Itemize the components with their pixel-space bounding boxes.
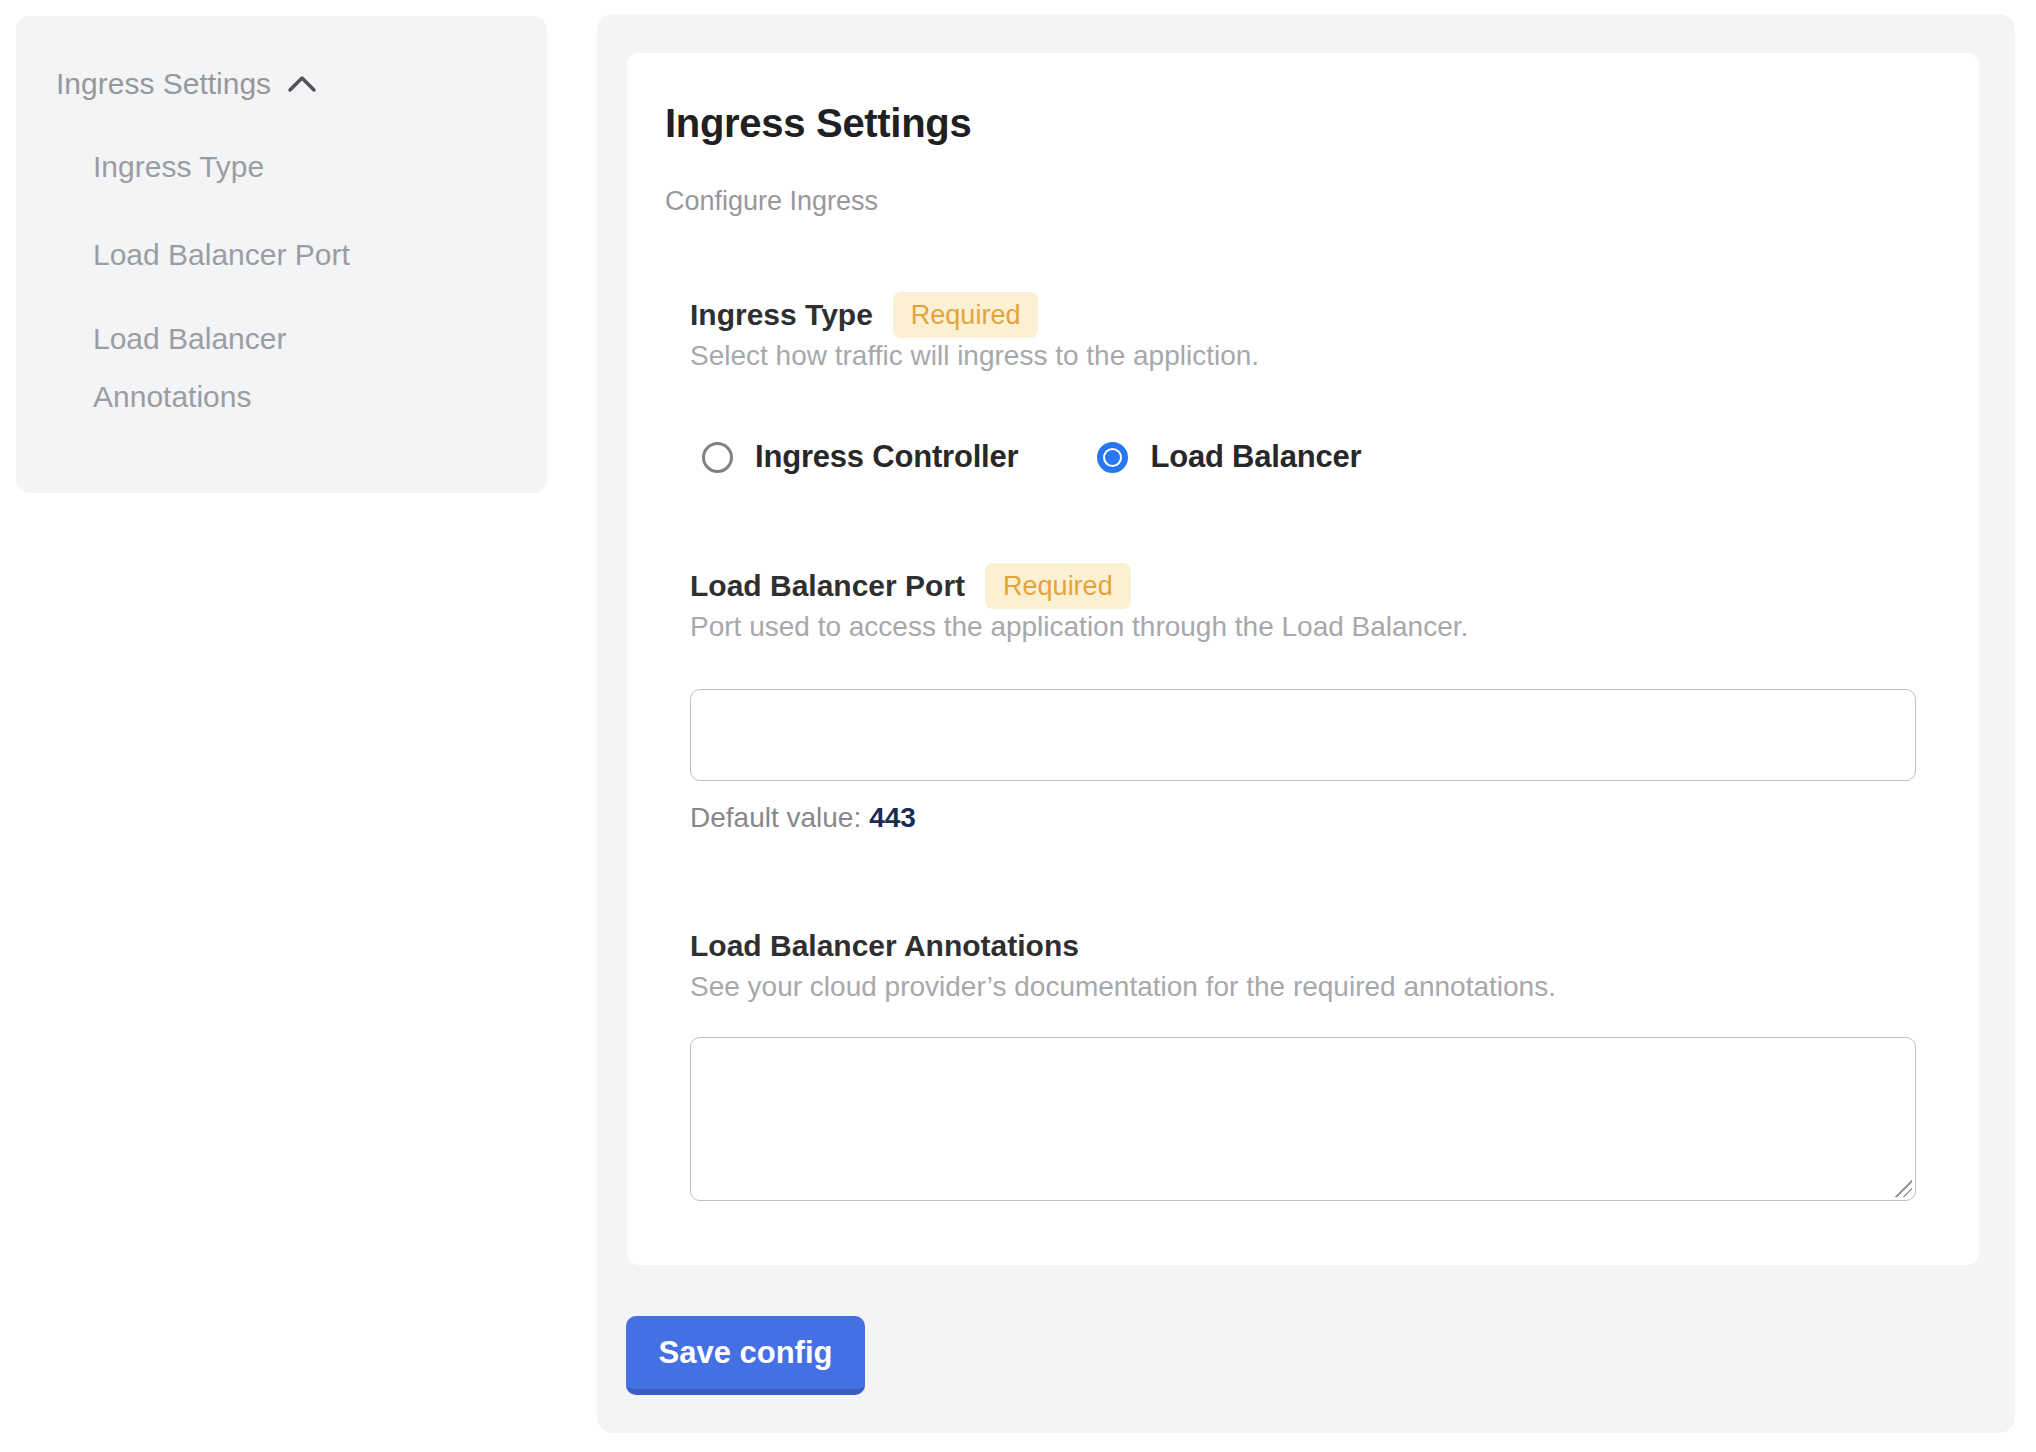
load-balancer-port-field: Load Balancer Port Required Port used to… — [690, 563, 1916, 834]
load-balancer-annotations-label: Load Balancer Annotations — [690, 923, 1079, 969]
sidebar-item-load-balancer-annotations[interactable]: Load Balancer Annotations — [93, 310, 423, 426]
sidebar-section-label: Ingress Settings — [56, 66, 271, 102]
default-value-line: Default value: 443 — [690, 802, 1916, 834]
load-balancer-port-input[interactable] — [690, 689, 1916, 781]
resize-grip-icon[interactable] — [1895, 1180, 1912, 1197]
sidebar-section-ingress-settings[interactable]: Ingress Settings — [56, 66, 317, 102]
chevron-up-icon — [287, 75, 317, 93]
sidebar-item-list: Ingress Type Load Balancer Port Load Bal… — [93, 144, 423, 426]
required-badge: Required — [985, 563, 1131, 609]
sidebar-item-load-balancer-port[interactable]: Load Balancer Port — [93, 232, 423, 278]
settings-nav-sidebar: Ingress Settings Ingress Type Load Balan… — [16, 16, 547, 493]
default-value: 443 — [869, 802, 916, 833]
radio-label-ingress-controller: Ingress Controller — [755, 439, 1018, 475]
load-balancer-port-description: Port used to access the application thro… — [690, 611, 1916, 643]
load-balancer-annotations-field: Load Balancer Annotations See your cloud… — [690, 923, 1916, 1201]
radio-option-ingress-controller[interactable]: Ingress Controller — [690, 439, 1018, 475]
load-balancer-annotations-description: See your cloud provider’s documentation … — [690, 971, 1916, 1003]
sidebar-item-ingress-type[interactable]: Ingress Type — [93, 144, 423, 190]
page-subtitle: Configure Ingress — [665, 185, 878, 217]
radio-unselected-icon[interactable] — [702, 442, 733, 473]
page-title: Ingress Settings — [665, 100, 971, 146]
ingress-settings-card: Ingress Settings Configure Ingress Ingre… — [627, 53, 1979, 1265]
ingress-type-field: Ingress Type Required Select how traffic… — [690, 292, 1916, 475]
save-config-button[interactable]: Save config — [626, 1316, 865, 1395]
radio-label-load-balancer: Load Balancer — [1150, 439, 1361, 475]
ingress-type-label: Ingress Type — [690, 292, 873, 338]
settings-content-panel: Ingress Settings Configure Ingress Ingre… — [597, 14, 2015, 1433]
required-badge: Required — [893, 292, 1039, 338]
load-balancer-annotations-textarea[interactable] — [690, 1037, 1916, 1201]
radio-selected-icon[interactable] — [1097, 442, 1128, 473]
ingress-type-description: Select how traffic will ingress to the a… — [690, 340, 1916, 372]
radio-option-load-balancer[interactable]: Load Balancer — [1085, 439, 1361, 475]
default-value-label: Default value: — [690, 802, 861, 833]
load-balancer-port-label: Load Balancer Port — [690, 563, 965, 609]
